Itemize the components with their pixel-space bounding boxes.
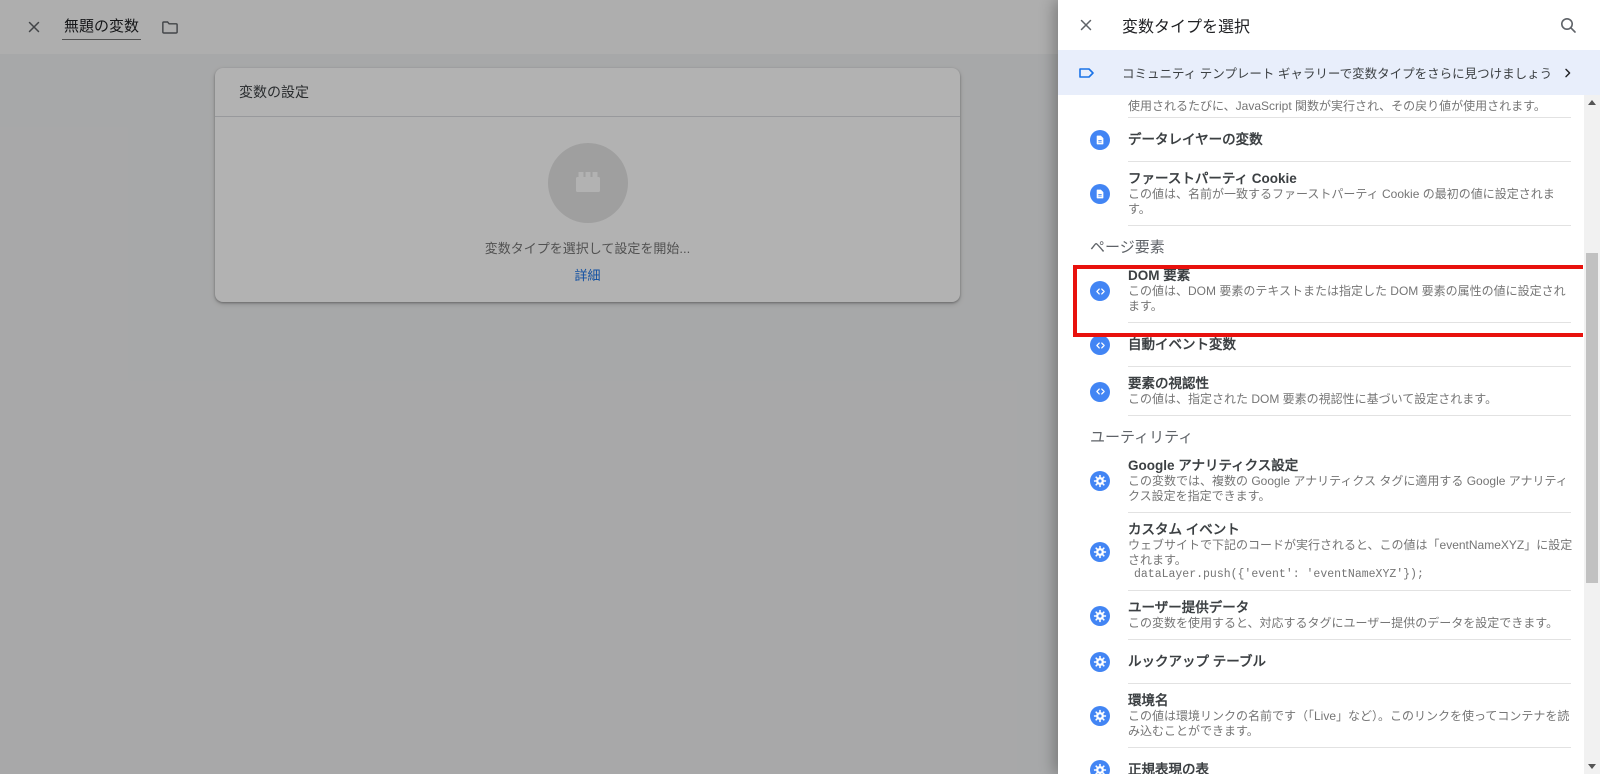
variable-type-item[interactable]: ファーストパーティ Cookieこの値は、名前が一致するファーストパーティ Co… (1058, 162, 1583, 226)
item-title: 自動イベント変数 (1128, 337, 1573, 353)
item-description: この値は、名前が一致するファーストパーティ Cookie の最初の値に設定されま… (1128, 187, 1573, 217)
close-panel-button[interactable] (1074, 13, 1098, 37)
variable-type-item[interactable]: 正規表現の表 (1058, 748, 1583, 774)
search-icon[interactable] (1556, 13, 1580, 37)
gear-icon (1090, 542, 1110, 562)
scrollbar-thumb[interactable] (1586, 253, 1598, 583)
item-title: データレイヤーの変数 (1128, 132, 1573, 148)
variable-type-item[interactable]: 自動イベント変数 (1058, 323, 1583, 367)
code-icon (1090, 382, 1110, 402)
banner-text: コミュニティ テンプレート ギャラリーで変数タイプをさらに見つけましょう (1122, 63, 1552, 82)
gear-icon (1090, 706, 1110, 726)
item-description: 使用されるたびに、JavaScript 関数が実行され、その戻り値が使用されます… (1128, 99, 1573, 113)
item-code: dataLayer.push({'event': 'eventNameXYZ'}… (1128, 568, 1573, 582)
gear-icon (1090, 760, 1110, 774)
variable-type-item[interactable]: データレイヤーの変数 (1058, 118, 1583, 162)
item-description: この変数では、複数の Google アナリティクス タグに適用する Google… (1128, 474, 1573, 504)
section-header: ユーティリティ (1058, 416, 1583, 449)
template-gallery-icon (1074, 61, 1098, 85)
template-gallery-banner[interactable]: コミュニティ テンプレート ギャラリーで変数タイプをさらに見つけましょう (1058, 50, 1600, 95)
item-title: 環境名 (1128, 693, 1573, 709)
document-icon (1090, 130, 1110, 150)
code-icon (1090, 281, 1110, 301)
item-title: DOM 要素 (1128, 268, 1573, 284)
item-title: カスタム イベント (1128, 522, 1573, 538)
item-title: Google アナリティクス設定 (1128, 458, 1573, 474)
main-workspace: 無題の変数 変数の設定 変数タイプを選択して設定を開始... 詳細 (0, 0, 1058, 774)
gear-icon (1090, 471, 1110, 491)
scroll-down-button[interactable] (1584, 758, 1600, 774)
variable-type-item[interactable]: 環境名この値は環境リンクの名前です（「Live」など）。このリンクを使ってコンテ… (1058, 684, 1583, 748)
code-icon (1090, 335, 1110, 355)
variable-type-item[interactable]: DOM 要素この値は、DOM 要素のテキストまたは指定した DOM 要素の属性の… (1058, 259, 1583, 323)
item-description: ウェブサイトで下記のコードが実行されると、この値は「eventNameXYZ」に… (1128, 538, 1573, 568)
item-description: この値は、指定された DOM 要素の視認性に基づいて設定されます。 (1128, 392, 1573, 407)
dim-overlay[interactable] (0, 0, 1058, 774)
variable-type-item-clipped[interactable]: 使用されるたびに、JavaScript 関数が実行され、その戻り値が使用されます… (1058, 95, 1583, 118)
item-title: 要素の視認性 (1128, 376, 1573, 392)
item-title: ルックアップ テーブル (1128, 654, 1573, 670)
document-icon (1090, 184, 1110, 204)
variable-type-item[interactable]: Google アナリティクス設定この変数では、複数の Google アナリティク… (1058, 449, 1583, 513)
variable-type-item[interactable]: カスタム イベントウェブサイトで下記のコードが実行されると、この値は「event… (1058, 513, 1583, 591)
gear-icon (1090, 606, 1110, 626)
item-title: ファーストパーティ Cookie (1128, 171, 1573, 187)
variable-type-item[interactable]: ルックアップ テーブル (1058, 640, 1583, 684)
panel-header: 変数タイプを選択 (1058, 0, 1600, 50)
variable-type-item[interactable]: ユーザー提供データこの変数を使用すると、対応するタグにユーザー提供のデータを設定… (1058, 591, 1583, 640)
scrollbar[interactable] (1584, 95, 1600, 774)
variable-type-item[interactable]: 要素の視認性この値は、指定された DOM 要素の視認性に基づいて設定されます。 (1058, 367, 1583, 416)
item-description: この値は環境リンクの名前です（「Live」など）。このリンクを使ってコンテナを読… (1128, 709, 1573, 739)
variable-type-panel: 変数タイプを選択 コミュニティ テンプレート ギャラリーで変数タイプをさらに見つ… (1058, 0, 1600, 774)
gear-icon (1090, 652, 1110, 672)
variable-type-list: 使用されるたびに、JavaScript 関数が実行され、その戻り値が使用されます… (1058, 95, 1583, 774)
chevron-right-icon (1560, 65, 1576, 81)
item-title: ユーザー提供データ (1128, 600, 1573, 616)
panel-title: 変数タイプを選択 (1122, 13, 1556, 37)
item-title: 正規表現の表 (1128, 762, 1573, 774)
scroll-up-button[interactable] (1584, 95, 1600, 111)
item-description: この値は、DOM 要素のテキストまたは指定した DOM 要素の属性の値に設定され… (1128, 284, 1573, 314)
item-description: この変数を使用すると、対応するタグにユーザー提供のデータを設定できます。 (1128, 616, 1573, 631)
section-header: ページ要素 (1058, 226, 1583, 259)
